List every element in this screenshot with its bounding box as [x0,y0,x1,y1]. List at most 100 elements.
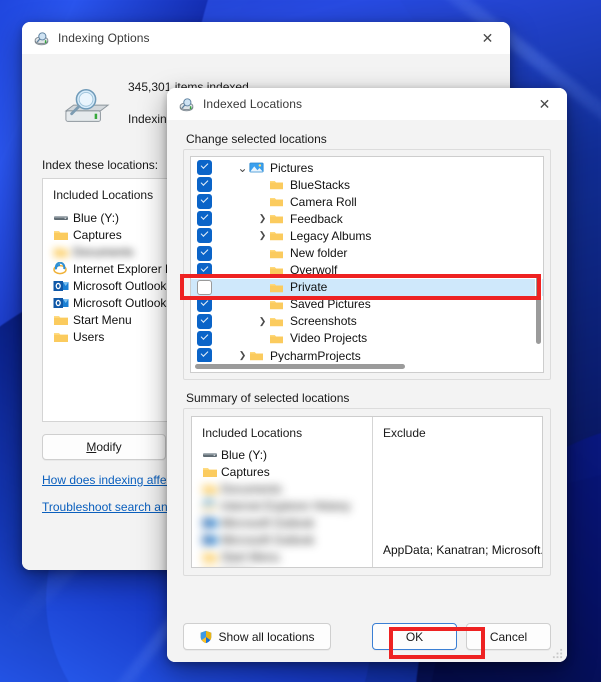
tree-row[interactable]: ❯ Screenshots [191,313,543,330]
folder-icon [54,315,68,325]
checkbox-checked[interactable] [197,313,212,329]
summary-list-item: Internet Explorer History [202,497,362,514]
folder-icon [270,334,283,344]
close-icon[interactable]: ✕ [522,88,567,120]
checkbox-checked[interactable] [197,262,212,278]
check-icon [200,178,209,187]
pictures-icon [249,162,264,173]
tree-row-label: Camera Roll [290,194,357,209]
cancel-button[interactable]: Cancel [466,623,551,650]
summary-included-column: Included Locations Blue (Y:) Captures Docu… [192,417,373,567]
summary-of-selected-locations-label: Summary of selected locations [186,391,350,405]
folder-icon [203,484,217,494]
chevron-right-icon[interactable]: ❯ [256,231,269,240]
folder-icon [270,300,283,309]
show-all-locations-button[interactable]: Show all locations [183,623,331,650]
indexed-locations-window[interactable]: Indexed Locations ✕ Change selected loca… [167,88,567,662]
check-icon [200,246,209,255]
tree-row-selected[interactable]: Private [191,278,543,296]
summary-list-item: Captures [202,463,362,480]
list-item-label: Captures [73,227,122,242]
tree-row[interactable]: Saved Pictures [191,296,543,313]
tree-row-label: Pictures [270,160,314,175]
summary-group: Included Locations Blue (Y:) Captures Docu… [183,408,551,576]
ok-button[interactable]: OK [372,623,457,650]
close-icon[interactable]: ✕ [465,22,510,54]
tree-row-label: Private [290,280,328,295]
check-icon [200,297,209,306]
summary-list-item-label: Microsoft Outlook [221,515,315,530]
ie-icon [202,498,216,511]
check-icon [200,229,209,238]
tree-row-label: Overwolf [290,263,338,278]
tree-row[interactable]: ⌄ Pictures [191,159,543,176]
tree-row-label: New folder [290,246,348,261]
locations-tree-rows: ⌄ Pictures BlueStacks Camera Roll ❯ Feedback ❯… [191,157,543,364]
change-selected-locations-group: ⌄ Pictures BlueStacks Camera Roll ❯ Feedback ❯… [183,149,551,380]
checkbox-checked[interactable] [197,177,212,193]
checkbox-checked[interactable] [197,330,212,346]
chevron-right-icon[interactable]: ❯ [256,214,269,223]
tree-row[interactable]: Video Projects [191,330,543,347]
summary-list-item-label: Start Menu [221,549,280,564]
tree-row[interactable]: ❯ Legacy Albums [191,227,543,244]
folder-icon [270,198,283,207]
indexed-locations-titlebar[interactable]: Indexed Locations ✕ [167,88,567,120]
list-item-label: Blue (Y:) [73,210,120,225]
list-item-label: Start Menu [73,312,132,327]
folder-icon [54,332,68,342]
folder-icon [270,232,283,241]
checkbox-checked[interactable] [197,211,212,227]
folder-icon [270,215,283,224]
list-item-label: Microsoft Outlook [73,295,167,310]
summary-list-item-label: Users [221,567,252,568]
indexed-locations-body: Change selected locations ⌄ Pictures BlueS… [167,120,567,662]
tree-horizontal-scroll-thumb[interactable] [195,364,405,369]
checkbox-unchecked[interactable] [197,279,212,295]
summary-list-item-label: Captures [221,464,270,479]
folder-icon [270,317,283,327]
folder-icon [270,249,283,258]
drive-icon [203,452,217,457]
tree-vertical-scroll-thumb[interactable] [536,276,541,344]
checkbox-checked[interactable] [197,348,212,364]
locations-treeview[interactable]: ⌄ Pictures BlueStacks Camera Roll ❯ Feedback ❯… [190,156,544,373]
folder-icon [203,467,217,477]
summary-list-item: Microsoft Outlook [202,514,362,531]
tree-row[interactable]: BlueStacks [191,176,543,193]
list-item-label: Documents [73,244,134,259]
indexing-options-titlebar[interactable]: Indexing Options ✕ [22,22,510,54]
modify-button[interactable]: Modify [42,434,166,460]
tree-row-label: PycharmProjects [270,348,361,363]
tree-row[interactable]: Camera Roll [191,193,543,210]
folder-icon [54,247,68,257]
checkbox-checked[interactable] [197,245,212,261]
tree-row[interactable]: Overwolf [191,262,543,279]
resize-grip-icon[interactable] [552,648,563,659]
chevron-down-icon[interactable]: ⌄ [236,162,249,174]
checkbox-checked[interactable] [197,194,212,210]
tree-row-label: Screenshots [290,314,357,329]
tree-row[interactable]: New folder [191,244,543,261]
tree-vertical-scrollbar[interactable] [535,158,542,371]
modify-button-label: odify [96,440,122,454]
tree-row[interactable]: ❯ Feedback [191,210,543,227]
checkbox-checked[interactable] [197,296,212,312]
folder-icon [270,181,283,190]
summary-exclude-value: AppData; Kanatran; Microsoft... [383,543,543,557]
list-item-label: Users [73,329,105,344]
tree-horizontal-scrollbar[interactable] [193,362,533,370]
tree-row-label: Video Projects [290,331,368,346]
checkbox-checked[interactable] [197,228,212,244]
summary-included-header: Included Locations [202,426,303,440]
drive-icon [54,215,68,220]
checkbox-checked[interactable] [197,160,212,176]
chevron-right-icon[interactable]: ❯ [236,351,249,360]
chevron-right-icon[interactable]: ❯ [256,316,269,326]
check-icon [200,332,209,340]
ie-icon [53,261,67,274]
indexing-drive-icon [64,88,110,122]
indexed-locations-footer: Show all locations OK Cancel [183,623,551,650]
ok-button-label: OK [405,629,424,644]
indexing-options-icon [34,31,49,45]
